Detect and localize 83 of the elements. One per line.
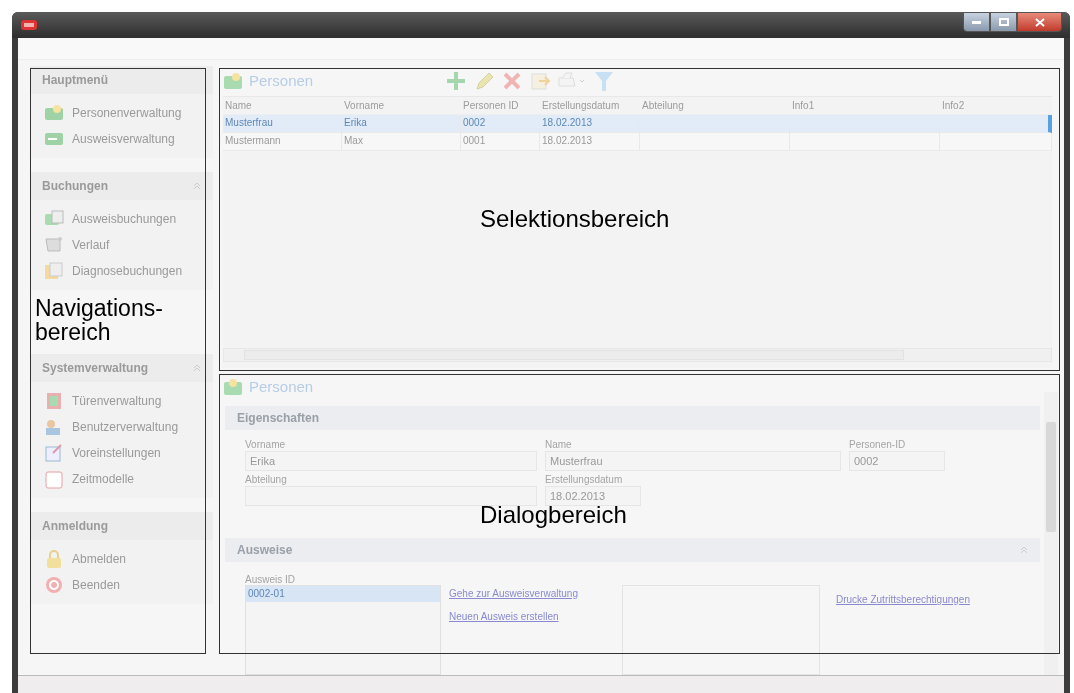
link[interactable]: Drucke Zutrittsberechtigungen [836, 594, 970, 605]
nav-group-header[interactable]: Anmeldung [30, 512, 213, 540]
field-label: Personen-ID [849, 438, 907, 451]
table-cell: 18.02.2013 [540, 133, 640, 150]
table-cell: 0001 [461, 133, 540, 150]
close-icon [1034, 17, 1045, 27]
collapse-icon[interactable] [193, 182, 201, 190]
filter-icon[interactable] [593, 70, 615, 92]
link[interactable]: Neuen Ausweis erstellen [449, 609, 614, 624]
delete-icon[interactable] [501, 70, 523, 92]
checklist-icon [44, 443, 64, 463]
section-title: Eigenschaften [237, 410, 320, 427]
nav-item[interactable]: Beenden [30, 572, 213, 598]
minimize-button[interactable] [963, 12, 990, 32]
nav-group-title: Systemverwaltung [42, 360, 149, 377]
nav-item[interactable]: Abmelden [30, 546, 213, 572]
section-title: Ausweise [237, 542, 293, 559]
nav-group-title: Hauptmenü [42, 72, 108, 89]
people-icon [223, 378, 243, 396]
add-icon[interactable] [445, 70, 467, 92]
table-cell: Mustermann [223, 133, 342, 150]
section-header[interactable]: Ausweise [225, 538, 1040, 562]
annotation-label: bereich [35, 320, 111, 344]
vertical-scrollbar[interactable] [1044, 392, 1058, 675]
input-field[interactable]: Musterfrau [545, 451, 841, 471]
table-cell: Erika [342, 115, 461, 132]
nav-item[interactable]: Ausweisbuchungen [30, 206, 213, 232]
field-label: Name [545, 438, 573, 451]
maximize-icon [998, 18, 1009, 26]
table-cell: Musterfrau [223, 115, 342, 132]
pencil-icon[interactable] [473, 70, 495, 92]
annotation-label: Selektionsbereich [480, 204, 670, 234]
power-icon [44, 575, 64, 595]
table-row[interactable]: Mustermann Max 0001 18.02.2013 [223, 133, 1052, 151]
column-header[interactable]: Info1 [790, 98, 940, 113]
input-field[interactable]: 0002 [849, 451, 945, 471]
collapse-icon[interactable] [193, 364, 201, 372]
nav-group-header[interactable]: Systemverwaltung [30, 354, 213, 382]
people-icon [44, 103, 64, 123]
table-cell: 18.02.2013 [540, 115, 640, 132]
list-item[interactable]: 0002-01 [246, 586, 440, 602]
nav-item[interactable]: Voreinstellungen [30, 440, 213, 466]
minimize-icon [972, 20, 981, 24]
nav-group-header[interactable]: Hauptmenü [30, 66, 213, 94]
column-header[interactable]: Personen ID [461, 98, 540, 113]
people-icon [223, 72, 243, 90]
nav-item[interactable]: Verlauf [30, 232, 213, 258]
export-icon[interactable] [529, 70, 551, 92]
panel-title: Personen [249, 70, 315, 91]
maximize-button[interactable] [990, 12, 1017, 32]
field-label: Vorname [245, 438, 287, 451]
calendar-icon [44, 469, 64, 489]
nav-item[interactable]: Diagnosebuchungen [30, 258, 213, 284]
nav-group-title: Anmeldung [42, 518, 108, 535]
panel-title: Personen [249, 376, 314, 397]
nav-item[interactable]: Türenverwaltung [30, 388, 213, 414]
close-button[interactable] [1017, 12, 1062, 32]
link[interactable]: Gehe zur Ausweisverwaltung [449, 586, 614, 601]
column-header[interactable]: Vorname [342, 98, 461, 113]
collapse-icon[interactable] [1020, 546, 1028, 554]
nav-item[interactable]: Ausweisverwaltung [30, 126, 213, 152]
door-icon [44, 391, 64, 411]
nav-group-title: Buchungen [42, 178, 108, 195]
field-label: Abteilung [245, 473, 288, 486]
field-label: Ausweis ID [245, 573, 296, 585]
nav-item[interactable]: Zeitmodelle [30, 466, 213, 492]
nav-item[interactable]: Benutzerverwaltung [30, 414, 213, 440]
table-cell: Max [342, 133, 461, 150]
nav-item[interactable]: Personenverwaltung [30, 100, 213, 126]
input-field[interactable]: 18.02.2013 [545, 486, 641, 506]
column-header[interactable]: Erstellungsdatum [540, 98, 640, 113]
padlock-icon [44, 549, 64, 569]
input-field[interactable]: Erika [245, 451, 537, 471]
app-icon [20, 19, 38, 31]
field-label: Erstellungsdatum [545, 473, 624, 486]
column-header[interactable]: Name [223, 98, 342, 113]
table-cell: 0002 [461, 115, 540, 132]
table-row[interactable]: Musterfrau Erika 0002 18.02.2013 [223, 115, 1052, 133]
column-header[interactable]: Abteilung [640, 98, 790, 113]
column-header[interactable]: Info2 [940, 98, 1052, 113]
section-header[interactable]: Eigenschaften [225, 406, 1040, 430]
nav-group-header[interactable]: Buchungen [30, 172, 213, 200]
notes-icon [44, 261, 64, 281]
